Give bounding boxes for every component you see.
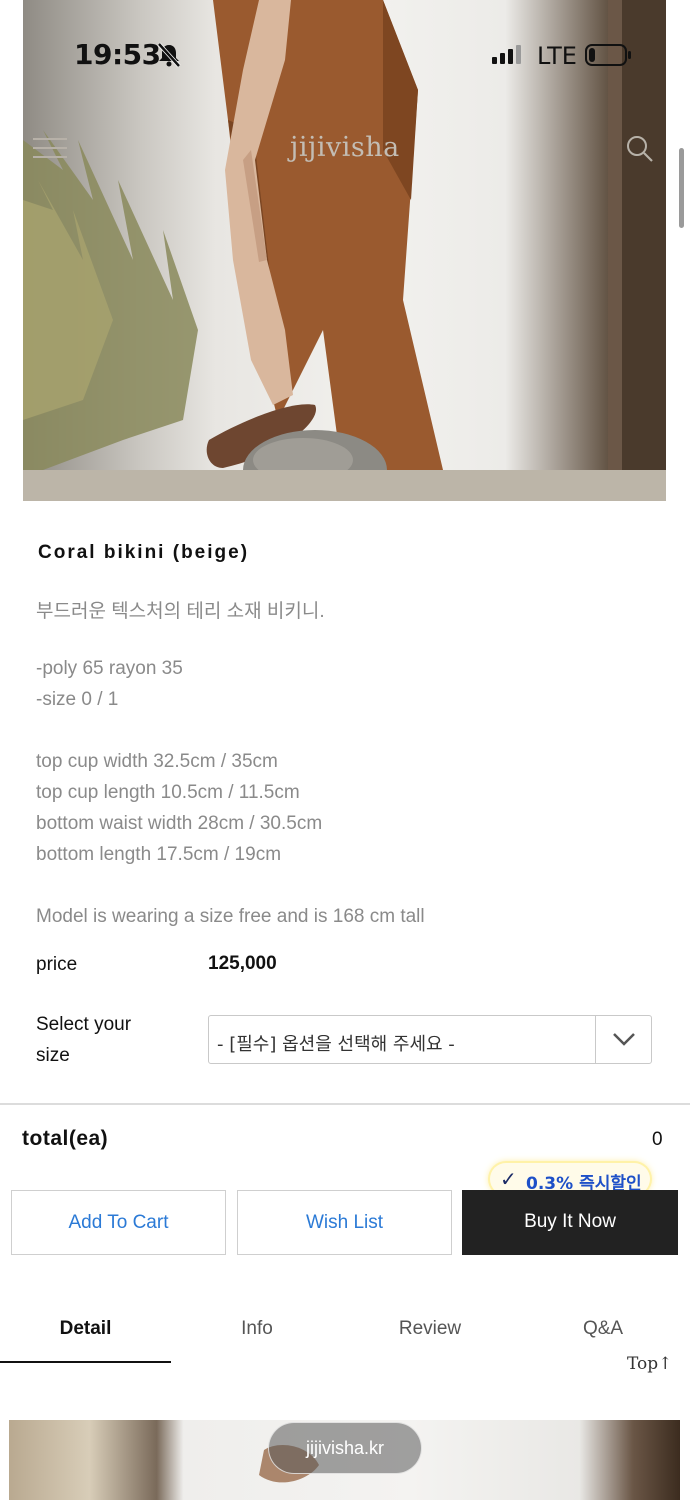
product-hero-image xyxy=(23,0,666,501)
tab-qa[interactable]: Q&A xyxy=(517,1318,689,1340)
product-title: Coral bikini (beige) xyxy=(38,542,250,563)
site-url-pill[interactable]: jijivisha.kr xyxy=(268,1422,422,1474)
check-icon: ✓ xyxy=(500,1169,517,1191)
wish-list-label: Wish List xyxy=(305,1212,384,1233)
add-to-cart-label: Add To Cart xyxy=(68,1212,169,1233)
product-description: 부드러운 텍스처의 테리 소재 비키니. xyxy=(36,601,325,622)
price-label: price xyxy=(36,954,78,975)
tab-detail[interactable]: Detail xyxy=(0,1318,171,1340)
measurement-line: bottom length 17.5cm / 19cm xyxy=(36,844,282,865)
measurement-line: bottom waist width 28cm / 30.5cm xyxy=(36,813,323,834)
model-note: Model is wearing a size free and is 168 … xyxy=(36,906,425,927)
page-scrollbar[interactable] xyxy=(679,148,684,228)
brand-logo[interactable]: jijivisha xyxy=(290,132,400,163)
size-label: Select your xyxy=(36,1014,132,1035)
tab-review[interactable]: Review xyxy=(343,1318,517,1340)
product-material: -poly 65 rayon 35 xyxy=(36,658,183,679)
site-url: jijivisha.kr xyxy=(305,1438,384,1458)
price-value: 125,000 xyxy=(208,953,277,974)
product-sizes: -size 0 / 1 xyxy=(36,689,119,710)
size-select[interactable]: - [필수] 옵션을 선택해 주세요 - xyxy=(208,1015,652,1064)
scroll-to-top-link[interactable]: Top↑ xyxy=(627,1354,672,1374)
size-label: size xyxy=(36,1045,70,1066)
measurement-line: top cup length 10.5cm / 11.5cm xyxy=(36,782,300,803)
total-quantity: 0 xyxy=(652,1129,663,1150)
buy-now-label: Buy It Now xyxy=(524,1211,616,1232)
size-select-value: - [필수] 옵션을 선택해 주세요 - xyxy=(217,1034,455,1055)
dropdown-button[interactable] xyxy=(595,1016,651,1063)
add-to-cart-button[interactable]: Add To Cart xyxy=(11,1190,226,1255)
tab-info[interactable]: Info xyxy=(171,1318,343,1340)
wish-list-button[interactable]: Wish List xyxy=(237,1190,452,1255)
measurement-line: top cup width 32.5cm / 35cm xyxy=(36,751,278,772)
search-icon[interactable] xyxy=(626,135,654,168)
total-label: total(ea) xyxy=(22,1127,109,1150)
section-divider xyxy=(0,1103,690,1105)
active-tab-indicator xyxy=(0,1361,171,1363)
buy-now-button[interactable]: Buy It Now xyxy=(462,1190,678,1255)
hamburger-menu-icon[interactable] xyxy=(33,138,67,160)
